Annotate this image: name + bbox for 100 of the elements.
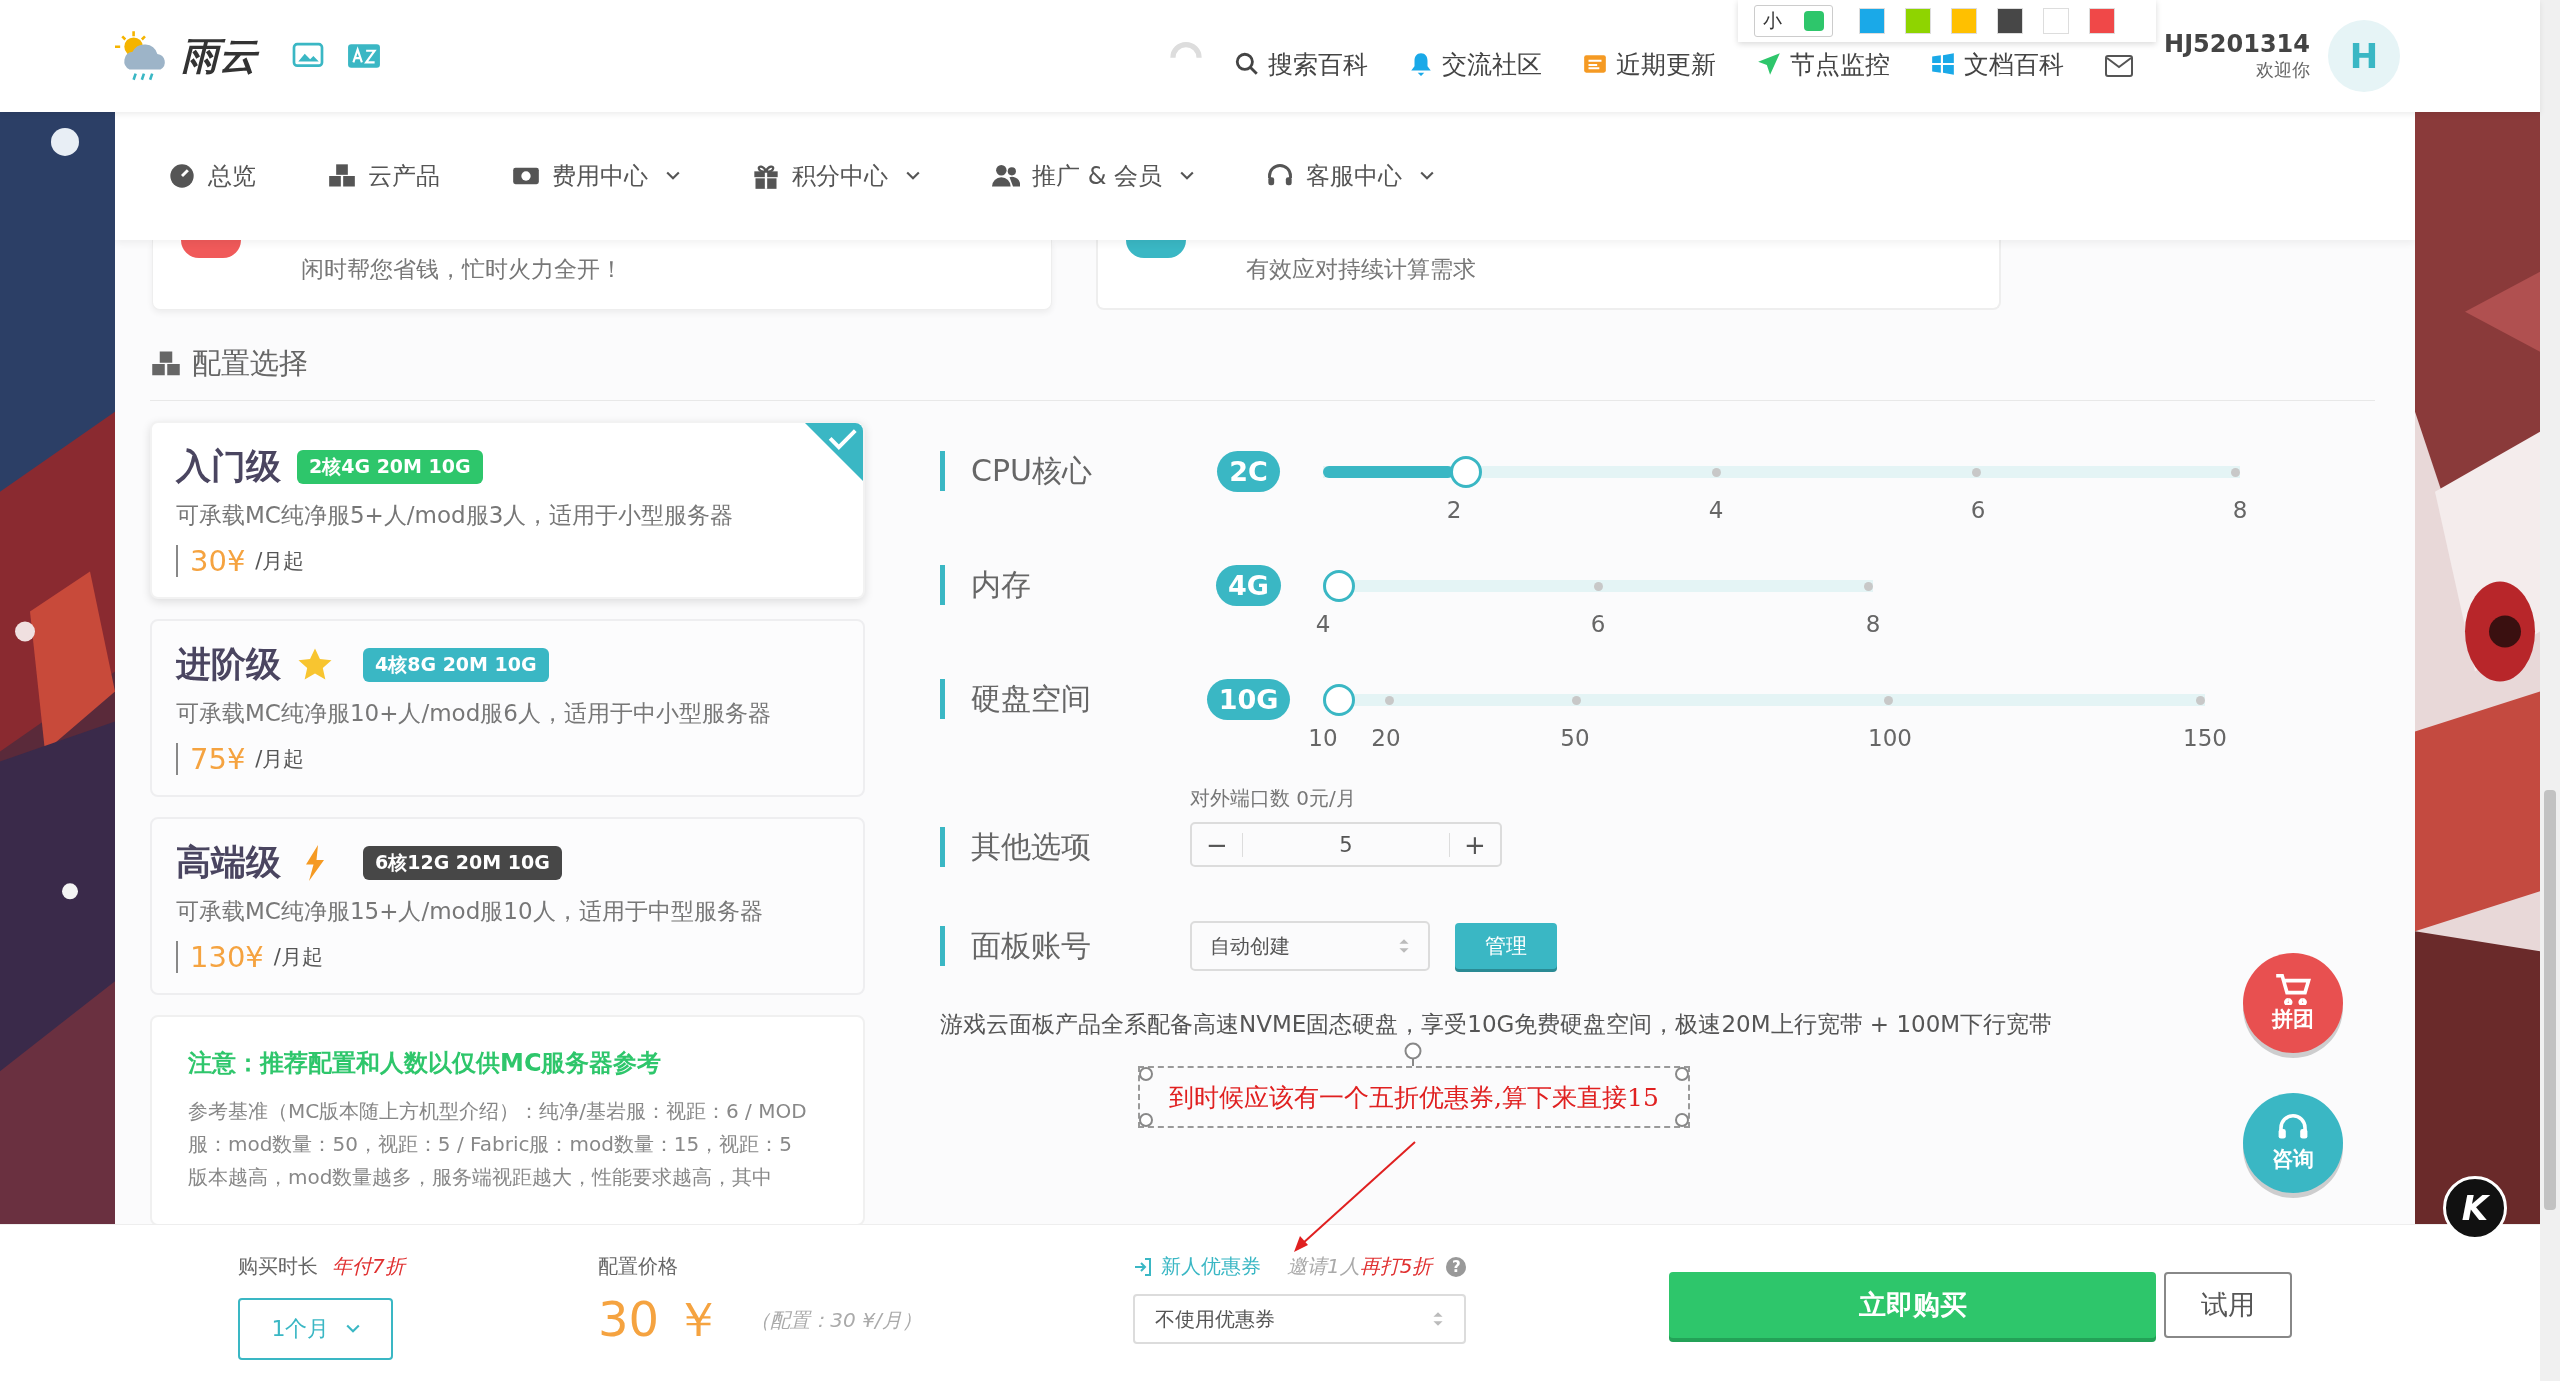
scrollbar[interactable] (2540, 0, 2560, 1381)
sort-icon (1398, 938, 1410, 954)
username[interactable]: HJ5201314 (2164, 30, 2310, 58)
account-select[interactable]: 自动创建 (1190, 921, 1430, 971)
nav-item[interactable]: 客服中心 (1266, 160, 1434, 192)
nav-item[interactable]: 积分中心 (752, 160, 920, 192)
tick-label: 4 (1708, 497, 1724, 523)
port-caption: 对外端口数 0元/月 (1190, 785, 1357, 812)
nav-item[interactable]: 总览 (168, 160, 256, 192)
slider-thumb[interactable] (1323, 570, 1355, 602)
port-stepper[interactable]: − 5 + (1190, 822, 1502, 867)
image-icon[interactable] (291, 42, 325, 70)
cubes-icon (328, 162, 356, 190)
decrement-button[interactable]: − (1192, 829, 1242, 860)
tick-label: 4 (1315, 611, 1331, 637)
gift-icon (752, 162, 780, 190)
price-detail: （配置：30 ¥/月） (750, 1306, 922, 1334)
plan-price: 75¥ (190, 742, 246, 776)
section-title: 配置选择 (192, 345, 308, 382)
plan-card[interactable]: 进阶级 4核8G 20M 10G 可承载MC纯净服10+人/mod服6人，适用于中小型服务器 75¥ /月起 (150, 619, 865, 797)
color-swatch[interactable] (1859, 8, 1885, 34)
tick-dot (1712, 468, 1722, 477)
color-swatch[interactable] (2089, 8, 2115, 34)
color-swatch[interactable] (1905, 8, 1931, 34)
check-icon (805, 423, 863, 481)
tick-dot (1884, 696, 1894, 705)
header-link[interactable]: 搜索百科 (1234, 47, 1369, 81)
chevron-down-icon (906, 171, 920, 181)
plan-description: 可承载MC纯净服5+人/mod服3人，适用于小型服务器 (176, 501, 735, 530)
header-link[interactable]: 交流社区 (1408, 47, 1543, 81)
plan-card[interactable]: 高端级 6核12G 20M 10G 可承载MC纯净服15+人/mod服10人，适用于中型服务器 130¥ /月起 (150, 817, 865, 995)
increment-button[interactable]: + (1450, 829, 1500, 860)
rotate-handle-icon[interactable] (1403, 1042, 1423, 1066)
description-text: 游戏云面板产品全系配备高速NVME固态硬盘，享受10G免费硬盘空间，极速20M上行宽带 + 100M下行宽带 (940, 1010, 2053, 1039)
promo-text: 闲时帮您省钱，忙时火力全开！ (301, 255, 623, 284)
stepper-value[interactable]: 5 (1242, 832, 1450, 857)
plan-name: 进阶级 (176, 643, 281, 686)
tick-dot (2196, 696, 2205, 705)
value-badge: 2C (1217, 451, 1280, 492)
tick-label: 2 (1446, 497, 1462, 523)
tick-label: 100 (1868, 725, 1912, 751)
chevron-down-icon (666, 171, 680, 181)
value-badge: 4G (1216, 565, 1281, 606)
users-icon (992, 162, 1020, 190)
color-swatch[interactable] (1951, 8, 1977, 34)
slider-thumb[interactable] (1450, 456, 1483, 488)
scrollbar-thumb[interactable] (2544, 790, 2556, 1210)
header-link[interactable]: 文档百科 (1930, 47, 2065, 81)
header-link[interactable]: 节点监控 (1756, 47, 1891, 81)
cart-icon (2275, 973, 2311, 1005)
chevron-down-icon (1420, 171, 1434, 181)
slider-thumb[interactable] (1323, 684, 1355, 716)
annual-discount: 年付7折 (332, 1253, 405, 1280)
promo-text: 有效应对持续计算需求 (1246, 255, 1476, 284)
chevron-down-icon (345, 1324, 360, 1334)
tick-label: 6 (1590, 611, 1606, 637)
windows-icon (1930, 51, 1957, 77)
tick-label: 20 (1371, 725, 1401, 751)
gauge-icon (168, 162, 196, 190)
nav-item[interactable]: 云产品 (328, 160, 440, 192)
plan-name: 高端级 (176, 841, 281, 884)
spec-badge: 6核12G 20M 10G (363, 845, 562, 880)
spec-badge: 2核4G 20M 10G (297, 449, 483, 484)
promo-card[interactable]: 有效应对持续计算需求 (1096, 240, 2001, 310)
plan-card[interactable]: 入门级 2核4G 20M 10G 可承载MC纯净服5+人/mod服3人，适用于小型服务器 30¥ /月起 (150, 421, 865, 599)
note-text: 参考基准（MC版本随上方机型介绍）：纯净/基岩服：视距：6 / MOD服：mod数量：50，视距：5 / Fabric服：mod数量：15，视距：5 版本越高，mod数量越多，服务端视距越大，性能要求越高，其中 (188, 1098, 808, 1191)
option-label: 其他选项 (940, 827, 1190, 867)
plan-price: 130¥ (190, 940, 264, 974)
plan-price: 30¥ (190, 544, 246, 578)
tick-dot (1593, 582, 1603, 591)
tick-label: 8 (2232, 497, 2248, 523)
tick-label: 8 (1865, 611, 1881, 637)
mail-icon[interactable] (2104, 54, 2135, 78)
login-icon (1133, 1256, 1153, 1277)
trial-button[interactable]: 试用 (2164, 1272, 2292, 1338)
color-swatch[interactable] (2043, 8, 2069, 34)
color-swatch[interactable] (1997, 8, 2023, 34)
header-link[interactable]: 近期更新 (1582, 47, 1717, 81)
coupon-select[interactable]: 不使用优惠券 (1133, 1294, 1466, 1344)
option-label: CPU核心 (940, 451, 1190, 491)
paper-plane-icon (1756, 51, 1783, 77)
promo-card[interactable]: 闲时帮您省钱，忙时火力全开！ (152, 240, 1052, 310)
translate-icon[interactable] (347, 42, 381, 70)
tick-dot (1971, 468, 1981, 477)
tick-label: 150 (2183, 725, 2227, 751)
nav-item[interactable]: 费用中心 (512, 160, 680, 192)
price-unit: /月起 (273, 944, 323, 971)
nav-item[interactable]: 推广 & 会员 (992, 160, 1194, 192)
size-select[interactable]: 小 (1754, 5, 1833, 37)
tick-label: 6 (1970, 497, 1986, 523)
total-price: 30 ￥ (598, 1290, 723, 1349)
note-title: 注意：推荐配置和人数以仅供MC服务器参考 (188, 1048, 663, 1079)
annotation-note[interactable]: 到时候应该有一个五折优惠券,算下来直接15 (1138, 1066, 1690, 1128)
spec-badge: 4核8G 20M 10G (363, 647, 549, 682)
tick-dot (1385, 696, 1395, 705)
chevron-down-icon (1180, 171, 1194, 181)
tick-label: 10 (1308, 725, 1338, 751)
plan-name: 入门级 (176, 445, 281, 488)
greeting: 欢迎你 (2256, 58, 2310, 82)
tick-dot (2231, 468, 2240, 477)
